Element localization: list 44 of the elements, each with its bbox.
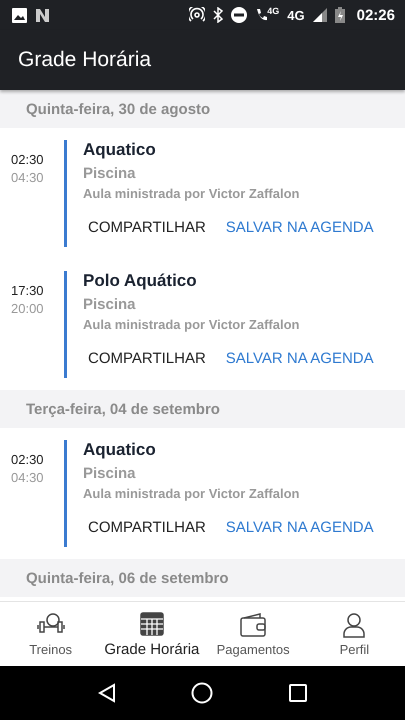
share-button[interactable]: COMPARTILHAR [88, 515, 206, 540]
do-not-disturb-icon [231, 7, 248, 23]
image-icon [12, 8, 27, 22]
instructor-text: Aula ministrada por Victor Zaffalon [83, 317, 300, 332]
class-title: Polo Aquático [83, 271, 198, 291]
recents-icon[interactable] [289, 684, 308, 702]
day-header: Terça-feira, 04 de setembro [25, 400, 221, 420]
network-label: 4G [287, 8, 305, 22]
clock-time: 02:26 [356, 6, 395, 24]
hotspot-icon [189, 7, 206, 23]
battery-icon [334, 7, 345, 23]
bluetooth-icon [213, 7, 224, 23]
start-time: 02:30 [11, 452, 45, 467]
start-time: 17:30 [11, 283, 45, 298]
class-title: Aquatico [83, 140, 157, 160]
nav-tab[interactable]: Treinos [0, 602, 102, 666]
class-location: Piscina [83, 165, 137, 182]
day-header: Quinta-feira, 30 de agosto [25, 100, 212, 120]
nav-tab[interactable]: Grade Horária [101, 602, 202, 666]
call-network-label: 4G [267, 6, 280, 16]
end-time: 04:30 [11, 470, 45, 485]
share-button[interactable]: COMPARTILHAR [88, 215, 206, 240]
share-button[interactable]: COMPARTILHAR [88, 346, 206, 371]
class-title: Aquatico [83, 440, 157, 460]
save-to-calendar-button[interactable]: SALVAR NA AGENDA [226, 215, 374, 240]
n-logo-icon [35, 8, 50, 22]
class-location: Piscina [83, 465, 137, 482]
instructor-text: Aula ministrada por Victor Zaffalon [83, 186, 300, 201]
screen-title: Grade Horária [18, 48, 152, 72]
phone-icon [255, 8, 268, 22]
end-time: 04:30 [11, 170, 45, 185]
save-to-calendar-button[interactable]: SALVAR NA AGENDA [226, 346, 374, 371]
start-time: 02:30 [11, 152, 45, 167]
save-to-calendar-button[interactable]: SALVAR NA AGENDA [226, 515, 374, 540]
instructor-text: Aula ministrada por Victor Zaffalon [83, 486, 300, 501]
day-header: Quinta-feira, 06 de setembro [25, 568, 230, 588]
wallet-icon [238, 612, 268, 638]
class-location: Piscina [83, 296, 137, 313]
nav-tab[interactable]: Perfil [304, 602, 405, 666]
signal-icon [312, 8, 327, 22]
home-icon[interactable] [191, 682, 214, 704]
end-time: 20:00 [11, 301, 45, 316]
nav-tab[interactable]: Pagamentos [202, 602, 304, 666]
back-icon[interactable] [98, 683, 116, 703]
